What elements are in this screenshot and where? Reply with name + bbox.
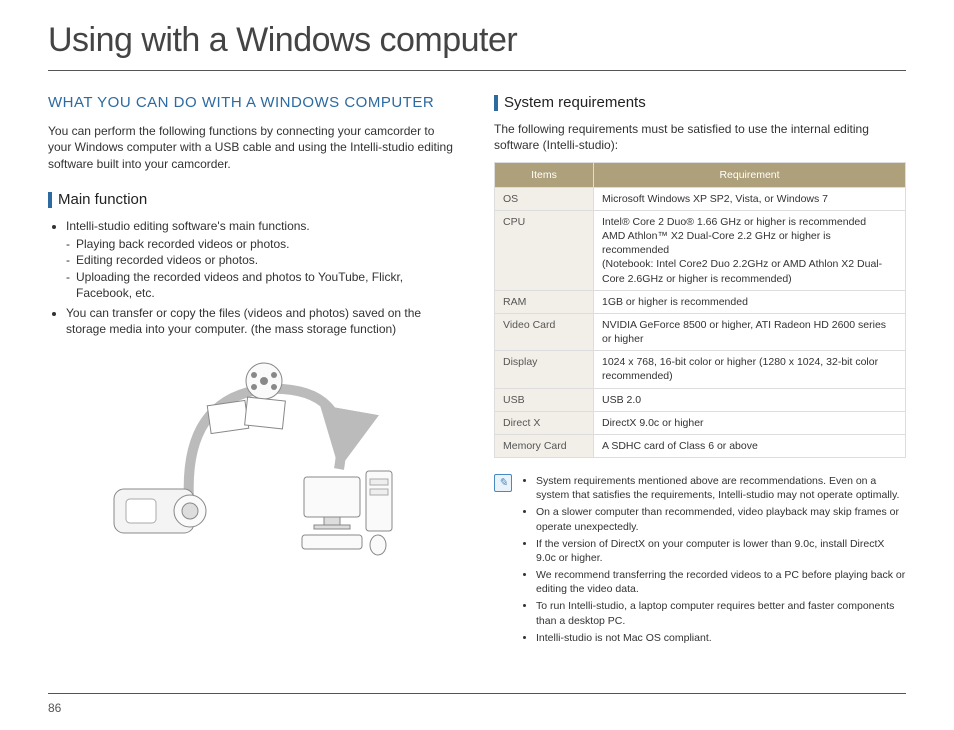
table-header: Items <box>495 162 594 187</box>
table-header: Requirement <box>594 162 906 187</box>
notes-list: System requirements mentioned above are … <box>520 474 906 648</box>
subheading-label: Main function <box>58 190 147 210</box>
table-cell-requirement: NVIDIA GeForce 8500 or higher, ATI Radeo… <box>594 313 906 350</box>
main-function-list: Intelli-studio editing software's main f… <box>52 218 460 337</box>
note-box: ✎ System requirements mentioned above ar… <box>494 474 906 648</box>
table-cell-item: Display <box>495 351 594 388</box>
list-item: You can transfer or copy the files (vide… <box>66 305 460 337</box>
table-row: Memory CardA SDHC card of Class 6 or abo… <box>495 434 906 457</box>
table-row: RAM1GB or higher is recommended <box>495 290 906 313</box>
subheading-main-function: Main function <box>48 190 460 210</box>
list-item: To run Intelli-studio, a laptop computer… <box>536 599 906 627</box>
illustration <box>48 359 460 559</box>
table-cell-item: CPU <box>495 210 594 290</box>
subheading-system-req: System requirements <box>494 93 906 113</box>
list-item: Intelli-studio is not Mac OS compliant. <box>536 631 906 645</box>
camcorder-to-pc-illustration <box>94 359 414 559</box>
list-text: Intelli-studio editing software's main f… <box>66 219 310 233</box>
table-cell-item: RAM <box>495 290 594 313</box>
accent-bar-icon <box>48 192 52 208</box>
table-cell-item: Direct X <box>495 411 594 434</box>
table-cell-requirement: USB 2.0 <box>594 388 906 411</box>
table-cell-item: Video Card <box>495 313 594 350</box>
list-item: Playing back recorded videos or photos. <box>76 236 460 252</box>
table-cell-item: Memory Card <box>495 434 594 457</box>
left-column: WHAT YOU CAN DO WITH A WINDOWS COMPUTER … <box>48 93 460 648</box>
list-item: Intelli-studio editing software's main f… <box>66 218 460 301</box>
intro-text: The following requirements must be satis… <box>494 121 906 153</box>
table-cell-item: OS <box>495 187 594 210</box>
list-item: Uploading the recorded videos and photos… <box>76 269 460 301</box>
table-cell-requirement: Intel® Core 2 Duo® 1.66 GHz or higher is… <box>594 210 906 290</box>
table-row: USBUSB 2.0 <box>495 388 906 411</box>
table-cell-requirement: 1024 x 768, 16-bit color or higher (1280… <box>594 351 906 388</box>
page-number: 86 <box>48 700 61 716</box>
list-item: System requirements mentioned above are … <box>536 474 906 502</box>
requirements-table: Items Requirement OSMicrosoft Windows XP… <box>494 162 906 459</box>
table-cell-requirement: Microsoft Windows XP SP2, Vista, or Wind… <box>594 187 906 210</box>
page-title: Using with a Windows computer <box>48 18 906 71</box>
list-item: If the version of DirectX on your comput… <box>536 537 906 565</box>
section-heading: WHAT YOU CAN DO WITH A WINDOWS COMPUTER <box>48 93 460 113</box>
accent-bar-icon <box>494 95 498 111</box>
list-item: Editing recorded videos or photos. <box>76 252 460 268</box>
right-column: System requirements The following requir… <box>494 93 906 648</box>
subheading-label: System requirements <box>504 93 646 113</box>
table-row: Video CardNVIDIA GeForce 8500 or higher,… <box>495 313 906 350</box>
table-cell-requirement: A SDHC card of Class 6 or above <box>594 434 906 457</box>
table-cell-requirement: DirectX 9.0c or higher <box>594 411 906 434</box>
list-item: We recommend transferring the recorded v… <box>536 568 906 596</box>
table-cell-requirement: 1GB or higher is recommended <box>594 290 906 313</box>
list-item: On a slower computer than recommended, v… <box>536 505 906 533</box>
table-cell-item: USB <box>495 388 594 411</box>
intro-text: You can perform the following functions … <box>48 123 460 172</box>
table-row: OSMicrosoft Windows XP SP2, Vista, or Wi… <box>495 187 906 210</box>
sub-list: Playing back recorded videos or photos. … <box>66 236 460 301</box>
footer-divider <box>48 693 906 694</box>
table-row: CPUIntel® Core 2 Duo® 1.66 GHz or higher… <box>495 210 906 290</box>
table-row: Display1024 x 768, 16-bit color or highe… <box>495 351 906 388</box>
table-row: Direct XDirectX 9.0c or higher <box>495 411 906 434</box>
note-icon: ✎ <box>494 474 512 492</box>
